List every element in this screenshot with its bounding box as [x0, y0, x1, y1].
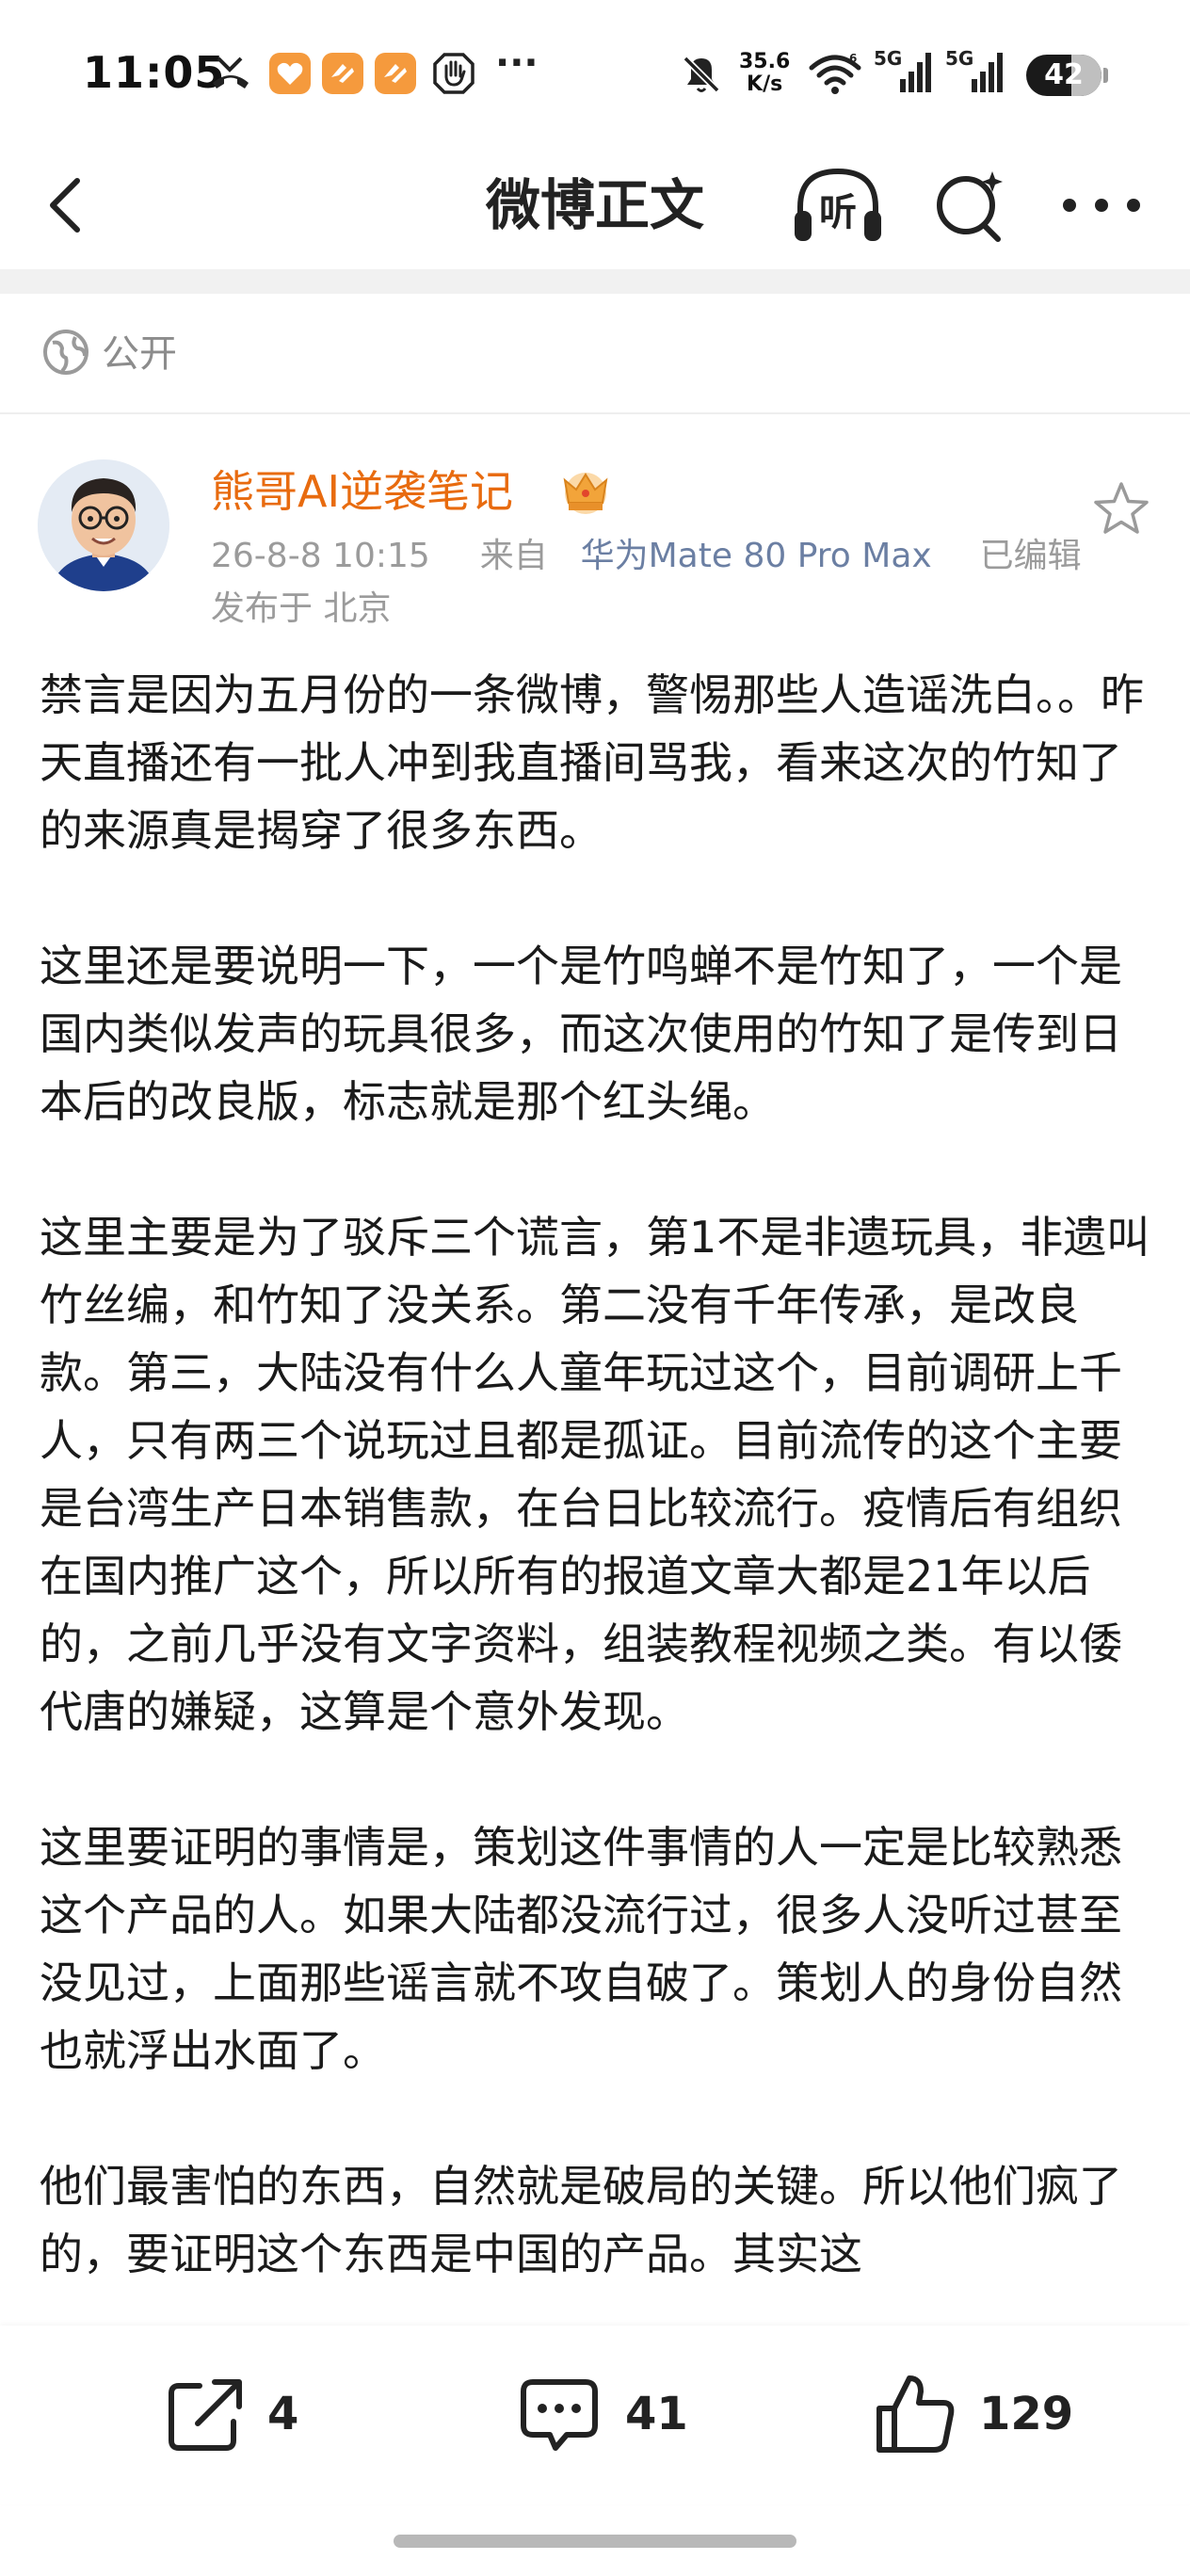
section-divider: [0, 269, 1190, 294]
wifi-icon: 6: [809, 52, 861, 94]
network-speed: 35.6 K/s: [739, 50, 791, 96]
missed-call-icon: [213, 56, 249, 89]
home-indicator: [394, 2535, 796, 2548]
post-paragraph: 他们最害怕的东西，自然就是破局的关键。所以他们疯了的，要证明这个东西是中国的产品…: [40, 2161, 1122, 2279]
edited-label: 已编辑: [979, 537, 1082, 575]
cellular-signal-icon: 5G: [874, 47, 934, 98]
repost-count: 4: [267, 2388, 299, 2440]
post-paragraph: 这里还是要说明一下，一个是竹鸣蝉不是竹知了，一个是国内类似发声的玩具很多，而这次…: [40, 941, 1122, 1127]
ai-search-icon[interactable]: [932, 166, 1007, 245]
repost-button[interactable]: 4: [162, 2371, 313, 2457]
more-notifications-indicator: ···: [495, 41, 539, 85]
visibility-label: 公开: [102, 332, 177, 376]
nav-bar: 微博正文 听: [0, 141, 1190, 269]
comment-count: 41: [625, 2388, 688, 2440]
battery-level: 42: [1044, 58, 1084, 91]
back-arrow-icon[interactable]: [40, 169, 96, 241]
source-prefix: 来自: [479, 537, 548, 575]
post-date: 26-8-8 10:15: [211, 537, 430, 575]
weibo-notification-icon: [269, 53, 311, 94]
post-paragraph: 这里要证明的事情是，策划这件事情的人一定是比较熟悉这个产品的人。如果大陆都没流行…: [40, 1822, 1122, 2076]
battery-tip: [1103, 68, 1108, 83]
post-paragraph: 这里主要是为了驳斥三个谎言，第1不是非遗玩具，非遗叫竹丝编，和竹知了没关系。第二…: [40, 1212, 1150, 1737]
mute-icon: [683, 56, 720, 93]
author-name[interactable]: 熊哥AI逆袭笔记: [211, 463, 513, 520]
post-body: 禁言是因为五月份的一条微博，警惕那些人造谣洗白。。昨天直播还有一批人冲到我直播间…: [40, 661, 1160, 2327]
source-device-link[interactable]: 华为Mate 80 Pro Max: [581, 537, 932, 575]
svg-text:6: 6: [849, 52, 857, 65]
visibility-row: 公开: [0, 294, 1190, 414]
battery-icon: 42: [1026, 55, 1102, 96]
cellular-signal-icon: 5G: [945, 47, 1005, 98]
hand-icon: [433, 53, 474, 94]
comment-button[interactable]: 41: [516, 2371, 704, 2457]
more-options-icon[interactable]: [1054, 169, 1149, 241]
listen-button[interactable]: 听: [791, 162, 885, 249]
author-header: 熊哥AI逆袭笔记 26-8-8 10:15 来自 华为Mate 80 Pro M…: [0, 414, 1190, 650]
like-button[interactable]: 129: [872, 2371, 1079, 2457]
post-meta: 26-8-8 10:15 来自 华为Mate 80 Pro Max 已编辑: [211, 533, 1082, 580]
app-notification-icon: [322, 53, 363, 94]
like-thumb-icon: [876, 2375, 955, 2453]
comment-icon: [521, 2379, 598, 2451]
favorite-star-icon[interactable]: [1090, 478, 1152, 540]
crown-badge-icon: [563, 473, 608, 514]
repost-icon: [169, 2379, 242, 2451]
page-title: 微博正文: [485, 173, 704, 237]
avatar-image: [38, 459, 169, 591]
globe-icon: [43, 330, 88, 375]
like-count: 129: [979, 2388, 1074, 2440]
status-time: 11:05: [83, 47, 226, 98]
post-paragraph: 禁言是因为五月份的一条微博，警惕那些人造谣洗白。。昨天直播还有一批人冲到我直播间…: [40, 669, 1144, 856]
app-notification-icon: [375, 53, 416, 94]
status-bar: 11:05 ··· 35.6 K/s 6 5G 5G 42: [0, 0, 1190, 141]
action-bar: 4 41 129: [0, 2326, 1190, 2504]
post-location: 发布于 北京: [211, 589, 392, 628]
listen-label: 听: [819, 191, 857, 234]
avatar[interactable]: [38, 459, 169, 591]
